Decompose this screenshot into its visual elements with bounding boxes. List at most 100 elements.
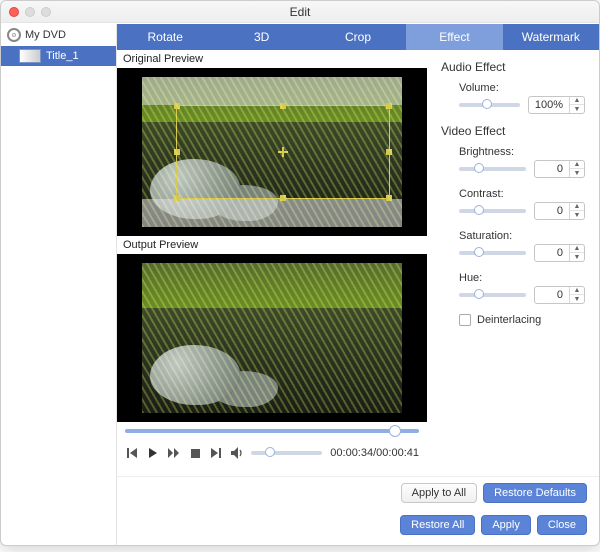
volume-slider[interactable]	[459, 103, 520, 107]
volume-slider-knob[interactable]	[482, 99, 492, 109]
title-label: Title_1	[46, 50, 79, 62]
time-total: 00:00:41	[376, 447, 419, 459]
crop-mask-bottom	[142, 199, 402, 227]
contrast-step-up[interactable]: ▲	[570, 203, 584, 211]
hue-step-up[interactable]: ▲	[570, 287, 584, 295]
crop-handle-br[interactable]	[386, 195, 392, 201]
window-title: Edit	[1, 5, 599, 19]
saturation-label: Saturation:	[441, 230, 585, 242]
brightness-value-box: 0 ▲▼	[534, 160, 585, 178]
contrast-value-box: 0 ▲▼	[534, 202, 585, 220]
effects-panel: Audio Effect Volume: 100% ▲▼ Video Effec…	[427, 50, 599, 476]
brightness-slider[interactable]	[459, 167, 526, 171]
contrast-slider[interactable]	[459, 209, 526, 213]
tab-3d-label: 3D	[254, 30, 269, 44]
fast-forward-icon[interactable]	[167, 446, 181, 460]
hue-value[interactable]: 0	[535, 289, 569, 301]
deinterlace-checkbox[interactable]	[459, 314, 471, 326]
audio-effect-heading: Audio Effect	[441, 60, 585, 74]
saturation-value[interactable]: 0	[535, 247, 569, 259]
saturation-step-down[interactable]: ▼	[570, 253, 584, 261]
timeline-playhead[interactable]	[389, 425, 401, 437]
volume-row: Volume: 100% ▲▼	[441, 82, 585, 114]
contrast-row: Contrast: 0 ▲▼	[441, 188, 585, 220]
saturation-slider[interactable]	[459, 251, 526, 255]
saturation-step-up[interactable]: ▲	[570, 245, 584, 253]
timeline-track[interactable]	[125, 429, 419, 433]
playback-bar: 00:00:34/00:00:41	[117, 440, 427, 466]
brightness-slider-knob[interactable]	[474, 163, 484, 173]
timeline	[117, 422, 427, 440]
playback-controls	[125, 446, 223, 460]
volume-step-up[interactable]: ▲	[570, 97, 584, 105]
crop-rectangle[interactable]	[176, 105, 390, 199]
apply-button[interactable]: Apply	[481, 515, 531, 535]
volume-control	[231, 447, 322, 459]
restore-all-button[interactable]: Restore All	[400, 515, 475, 535]
restore-defaults-button[interactable]: Restore Defaults	[483, 483, 587, 503]
contrast-step-down[interactable]: ▼	[570, 211, 584, 219]
hue-slider-knob[interactable]	[474, 289, 484, 299]
saturation-slider-knob[interactable]	[474, 247, 484, 257]
disc-icon	[7, 28, 21, 42]
hue-step-down[interactable]: ▼	[570, 295, 584, 303]
tab-watermark[interactable]: Watermark	[503, 24, 599, 50]
output-frame	[142, 263, 402, 413]
crop-handle-t[interactable]	[280, 103, 286, 109]
playback-volume-slider[interactable]	[251, 451, 322, 455]
brightness-row: Brightness: 0 ▲▼	[441, 146, 585, 178]
preview-column: Original Preview	[117, 50, 427, 476]
original-preview-label: Original Preview	[117, 50, 427, 68]
tab-rotate-label: Rotate	[148, 30, 183, 44]
brightness-value[interactable]: 0	[535, 163, 569, 175]
disc-row[interactable]: My DVD	[1, 24, 116, 46]
footer-row-2: Restore All Apply Close	[117, 509, 599, 545]
edit-window: Edit My DVD Title_1 Rotate 3D Crop Effec…	[0, 0, 600, 546]
tab-crop[interactable]: Crop	[310, 24, 406, 50]
prev-frame-icon[interactable]	[125, 446, 139, 460]
hue-slider[interactable]	[459, 293, 526, 297]
next-frame-icon[interactable]	[209, 446, 223, 460]
title-thumbnail	[19, 49, 41, 63]
volume-value-box: 100% ▲▼	[528, 96, 585, 114]
main-area: Rotate 3D Crop Effect Watermark Original…	[117, 24, 599, 545]
stop-icon[interactable]	[188, 446, 202, 460]
crop-handle-tl[interactable]	[174, 103, 180, 109]
tab-effect[interactable]: Effect	[406, 24, 502, 50]
saturation-row: Saturation: 0 ▲▼	[441, 230, 585, 262]
timecode: 00:00:34/00:00:41	[330, 447, 419, 459]
deinterlace-label: Deinterlacing	[477, 314, 541, 326]
brightness-step-up[interactable]: ▲	[570, 161, 584, 169]
playback-volume-knob[interactable]	[265, 447, 275, 457]
volume-label: Volume:	[441, 82, 585, 94]
tab-3d[interactable]: 3D	[213, 24, 309, 50]
play-icon[interactable]	[146, 446, 160, 460]
apply-to-all-button[interactable]: Apply to All	[401, 483, 477, 503]
tab-rotate[interactable]: Rotate	[117, 24, 213, 50]
tab-watermark-label: Watermark	[522, 30, 580, 44]
tab-effect-label: Effect	[439, 30, 469, 44]
titlebar: Edit	[1, 1, 599, 23]
output-preview-label: Output Preview	[117, 236, 427, 254]
crop-handle-tr[interactable]	[386, 103, 392, 109]
tab-crop-label: Crop	[345, 30, 371, 44]
deinterlace-row[interactable]: Deinterlacing	[441, 314, 585, 326]
hue-value-box: 0 ▲▼	[534, 286, 585, 304]
crop-handle-bl[interactable]	[174, 195, 180, 201]
close-button[interactable]: Close	[537, 515, 587, 535]
crop-handle-r[interactable]	[386, 149, 392, 155]
speaker-icon[interactable]	[231, 447, 245, 459]
crop-handle-b[interactable]	[280, 195, 286, 201]
time-current: 00:00:34	[330, 447, 373, 459]
hue-row: Hue: 0 ▲▼	[441, 272, 585, 304]
title-row[interactable]: Title_1	[1, 46, 116, 66]
contrast-slider-knob[interactable]	[474, 205, 484, 215]
crop-center-icon[interactable]	[278, 147, 288, 157]
volume-value[interactable]: 100%	[529, 99, 569, 111]
contrast-value[interactable]: 0	[535, 205, 569, 217]
volume-step-down[interactable]: ▼	[570, 105, 584, 113]
crop-handle-l[interactable]	[174, 149, 180, 155]
brightness-step-down[interactable]: ▼	[570, 169, 584, 177]
contrast-label: Contrast:	[441, 188, 585, 200]
saturation-value-box: 0 ▲▼	[534, 244, 585, 262]
